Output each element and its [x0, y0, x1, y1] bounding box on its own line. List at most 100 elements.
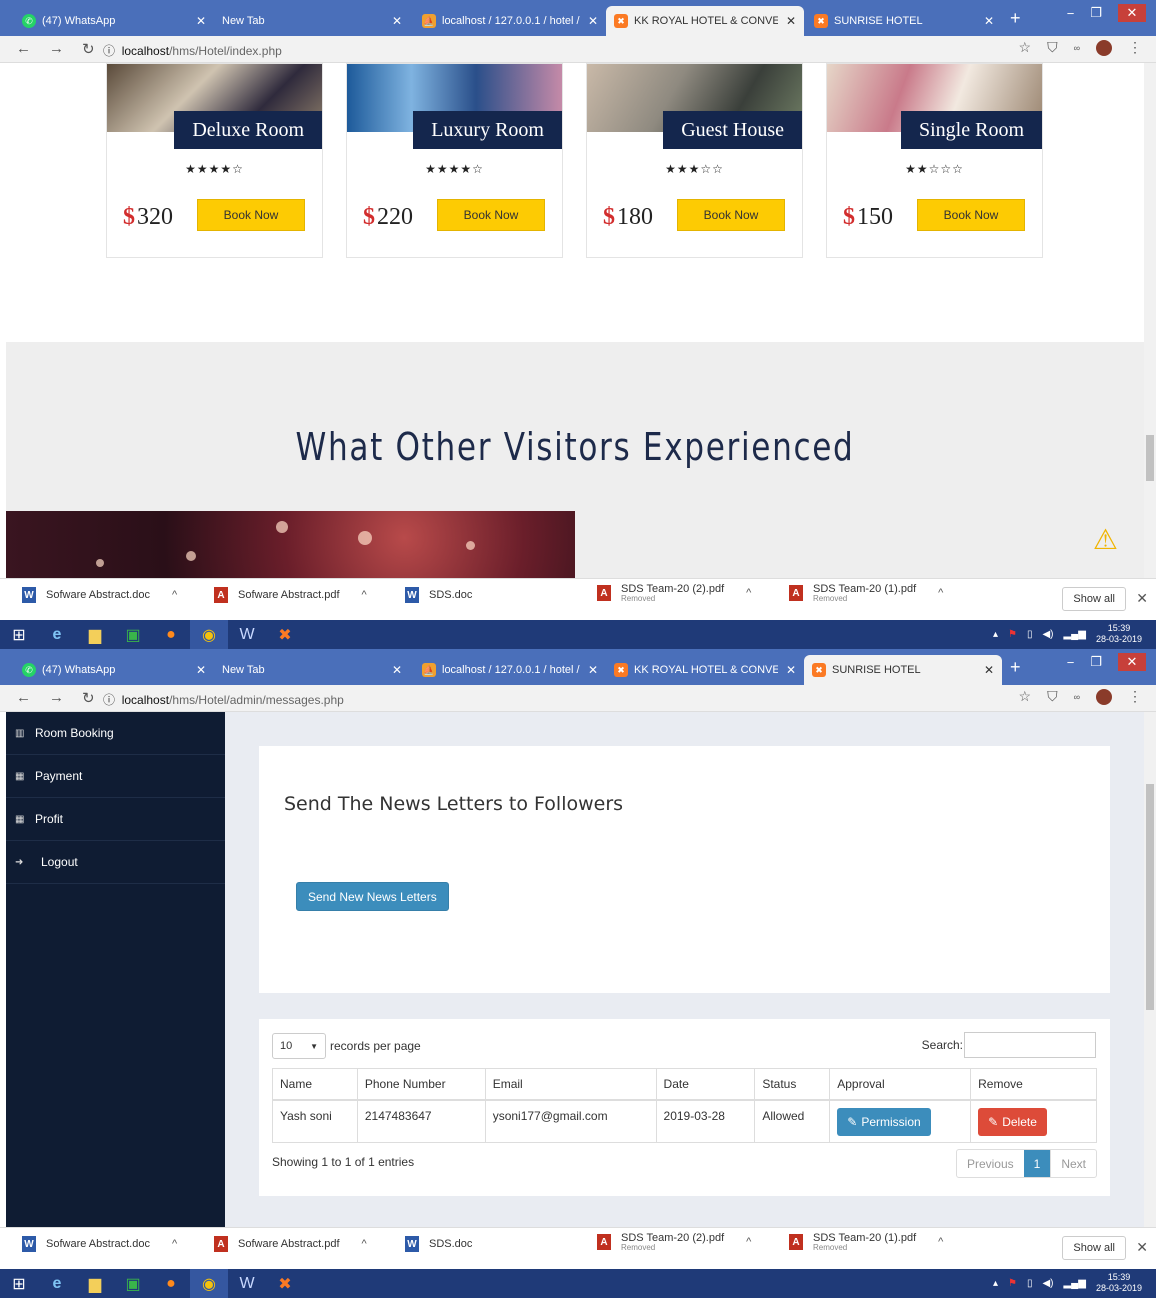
- flag-icon[interactable]: ⚑: [1008, 1278, 1017, 1289]
- firefox-icon[interactable]: ●: [152, 620, 190, 649]
- page-scrollbar[interactable]: [1144, 63, 1156, 578]
- delete-button[interactable]: ✎ Delete: [978, 1107, 1047, 1136]
- battery-icon[interactable]: ▯: [1027, 629, 1033, 640]
- clock[interactable]: 15:39 28-03-2019: [1096, 623, 1142, 645]
- file-explorer-icon[interactable]: ▆: [76, 620, 114, 649]
- column-header[interactable]: Remove: [970, 1068, 1097, 1101]
- avatar[interactable]: [1096, 688, 1112, 705]
- show-all-button[interactable]: Show all: [1062, 587, 1126, 611]
- sidebar-item-room-booking[interactable]: ▥ Room Booking: [6, 712, 225, 755]
- page-1-button[interactable]: 1: [1023, 1150, 1051, 1177]
- column-header[interactable]: Date: [655, 1068, 756, 1101]
- download-item[interactable]: WSDS.doc^: [405, 587, 610, 603]
- pocket-icon[interactable]: ⛉: [1047, 688, 1058, 705]
- tab-kk-royal[interactable]: ✖ KK ROYAL HOTEL & CONVENTI✕: [606, 6, 804, 36]
- reload-icon[interactable]: ↻: [82, 40, 95, 58]
- book-now-button[interactable]: Book Now: [917, 199, 1025, 231]
- download-item[interactable]: W Sofware Abstract.doc ^: [22, 1236, 177, 1252]
- volume-icon[interactable]: ◀): [1042, 1278, 1053, 1289]
- chrome-icon[interactable]: ◉: [190, 620, 228, 649]
- close-icon[interactable]: ✕: [588, 663, 598, 677]
- minimize-icon[interactable]: −: [1067, 655, 1075, 670]
- tab-sunrise[interactable]: ✖ SUNRISE HOTEL ✕: [806, 6, 1002, 36]
- page-scrollbar[interactable]: [1144, 712, 1156, 1227]
- next-page-button[interactable]: Next: [1050, 1150, 1096, 1177]
- close-icon[interactable]: ✕: [392, 663, 402, 677]
- send-newsletter-button[interactable]: Send New News Letters: [296, 882, 449, 911]
- reload-icon[interactable]: ↻: [82, 689, 95, 707]
- signal-icon[interactable]: ▂▄▆: [1063, 1278, 1085, 1289]
- firefox-icon[interactable]: ●: [152, 1269, 190, 1298]
- store-icon[interactable]: ▣: [114, 1269, 152, 1298]
- minimize-icon[interactable]: −: [1067, 6, 1075, 21]
- download-item[interactable]: W Sofware Abstract.doc ^: [22, 587, 177, 603]
- download-item[interactable]: WSDS.doc^: [405, 1236, 610, 1252]
- menu-icon[interactable]: ⋮: [1128, 39, 1142, 56]
- close-icon[interactable]: ✕: [588, 14, 598, 28]
- avatar[interactable]: [1096, 39, 1112, 56]
- chrome-icon[interactable]: ◉: [190, 1269, 228, 1298]
- column-header[interactable]: Status: [754, 1068, 831, 1101]
- extension-icon[interactable]: ∞: [1074, 692, 1080, 702]
- signal-icon[interactable]: ▂▄▆: [1063, 629, 1085, 640]
- book-now-button[interactable]: Book Now: [197, 199, 305, 231]
- chevron-up-icon[interactable]: ^: [746, 587, 751, 599]
- close-icon[interactable]: ✕: [984, 663, 994, 677]
- tab-kk-royal[interactable]: ✖ KK ROYAL HOTEL & CONVENTI✕: [606, 655, 804, 685]
- chevron-up-icon[interactable]: ^: [362, 589, 367, 601]
- volume-icon[interactable]: ◀): [1042, 629, 1053, 640]
- menu-icon[interactable]: ⋮: [1128, 688, 1142, 705]
- battery-icon[interactable]: ▯: [1027, 1278, 1033, 1289]
- download-item[interactable]: A SDS Team-20 (2).pdf Removed ^: [597, 583, 751, 603]
- flag-icon[interactable]: ⚑: [1008, 629, 1017, 640]
- word-icon[interactable]: W: [228, 620, 266, 649]
- download-item[interactable]: A SDS Team-20 (2).pdf Removed ^: [597, 1232, 751, 1252]
- show-all-button[interactable]: Show all: [1062, 1236, 1126, 1260]
- chevron-up-icon[interactable]: ^: [746, 1236, 751, 1248]
- pocket-icon[interactable]: ⛉: [1047, 39, 1058, 56]
- tab-phpmyadmin[interactable]: ⛵ localhost / 127.0.0.1 / hotel / ro ✕: [414, 655, 606, 685]
- clock[interactable]: 15:39 28-03-2019: [1096, 1272, 1142, 1294]
- new-tab-icon[interactable]: +: [1010, 8, 1021, 29]
- close-window-icon[interactable]: ✕: [1118, 4, 1146, 22]
- column-header[interactable]: Email: [484, 1068, 657, 1101]
- close-icon[interactable]: ✕: [1136, 1239, 1148, 1256]
- sidebar-item-payment[interactable]: ▦ Payment: [6, 755, 225, 798]
- search-input[interactable]: [964, 1032, 1096, 1058]
- download-item[interactable]: A SDS Team-20 (1).pdf Removed ^: [789, 583, 943, 603]
- previous-page-button[interactable]: Previous: [957, 1150, 1024, 1177]
- tab-whatsapp[interactable]: ✆ (47) WhatsApp ✕: [14, 655, 214, 685]
- url-field[interactable]: ⓘ localhost/hms/Hotel/index.php: [103, 42, 282, 59]
- internet-explorer-icon[interactable]: e: [38, 1269, 76, 1298]
- internet-explorer-icon[interactable]: e: [38, 620, 76, 649]
- close-icon[interactable]: ✕: [786, 663, 796, 677]
- chevron-up-icon[interactable]: ^: [172, 589, 177, 601]
- column-header[interactable]: Approval: [829, 1068, 972, 1101]
- column-header[interactable]: Name: [272, 1068, 358, 1101]
- scroll-top-icon[interactable]: ⚠: [1093, 523, 1118, 556]
- forward-icon[interactable]: →: [49, 689, 64, 707]
- download-item[interactable]: A Sofware Abstract.pdf ^: [214, 587, 367, 603]
- word-icon[interactable]: W: [228, 1269, 266, 1298]
- store-icon[interactable]: ▣: [114, 620, 152, 649]
- back-icon[interactable]: ←: [16, 689, 31, 707]
- bookmark-star-icon[interactable]: ☆: [1019, 688, 1032, 705]
- restore-icon[interactable]: ❐: [1090, 5, 1102, 21]
- download-item[interactable]: A SDS Team-20 (1).pdf Removed ^: [789, 1232, 943, 1252]
- chevron-up-icon[interactable]: ^: [938, 1236, 943, 1248]
- tab-whatsapp[interactable]: ✆ (47) WhatsApp ✕: [14, 6, 214, 36]
- chevron-up-icon[interactable]: ^: [938, 587, 943, 599]
- chevron-up-icon[interactable]: ^: [362, 1238, 367, 1250]
- xampp-icon[interactable]: ✖: [266, 620, 304, 649]
- sidebar-item-profit[interactable]: ▦ Profit: [6, 798, 225, 841]
- permission-button[interactable]: ✎ Permission: [837, 1107, 931, 1136]
- file-explorer-icon[interactable]: ▆: [76, 1269, 114, 1298]
- new-tab-icon[interactable]: +: [1010, 657, 1021, 678]
- chevron-up-icon[interactable]: ^: [172, 1238, 177, 1250]
- tab-new-tab[interactable]: New Tab ✕: [214, 655, 410, 685]
- book-now-button[interactable]: Book Now: [437, 199, 545, 231]
- back-icon[interactable]: ←: [16, 40, 31, 58]
- close-window-icon[interactable]: ✕: [1118, 653, 1146, 671]
- close-icon[interactable]: ✕: [786, 14, 796, 28]
- close-icon[interactable]: ✕: [196, 14, 206, 28]
